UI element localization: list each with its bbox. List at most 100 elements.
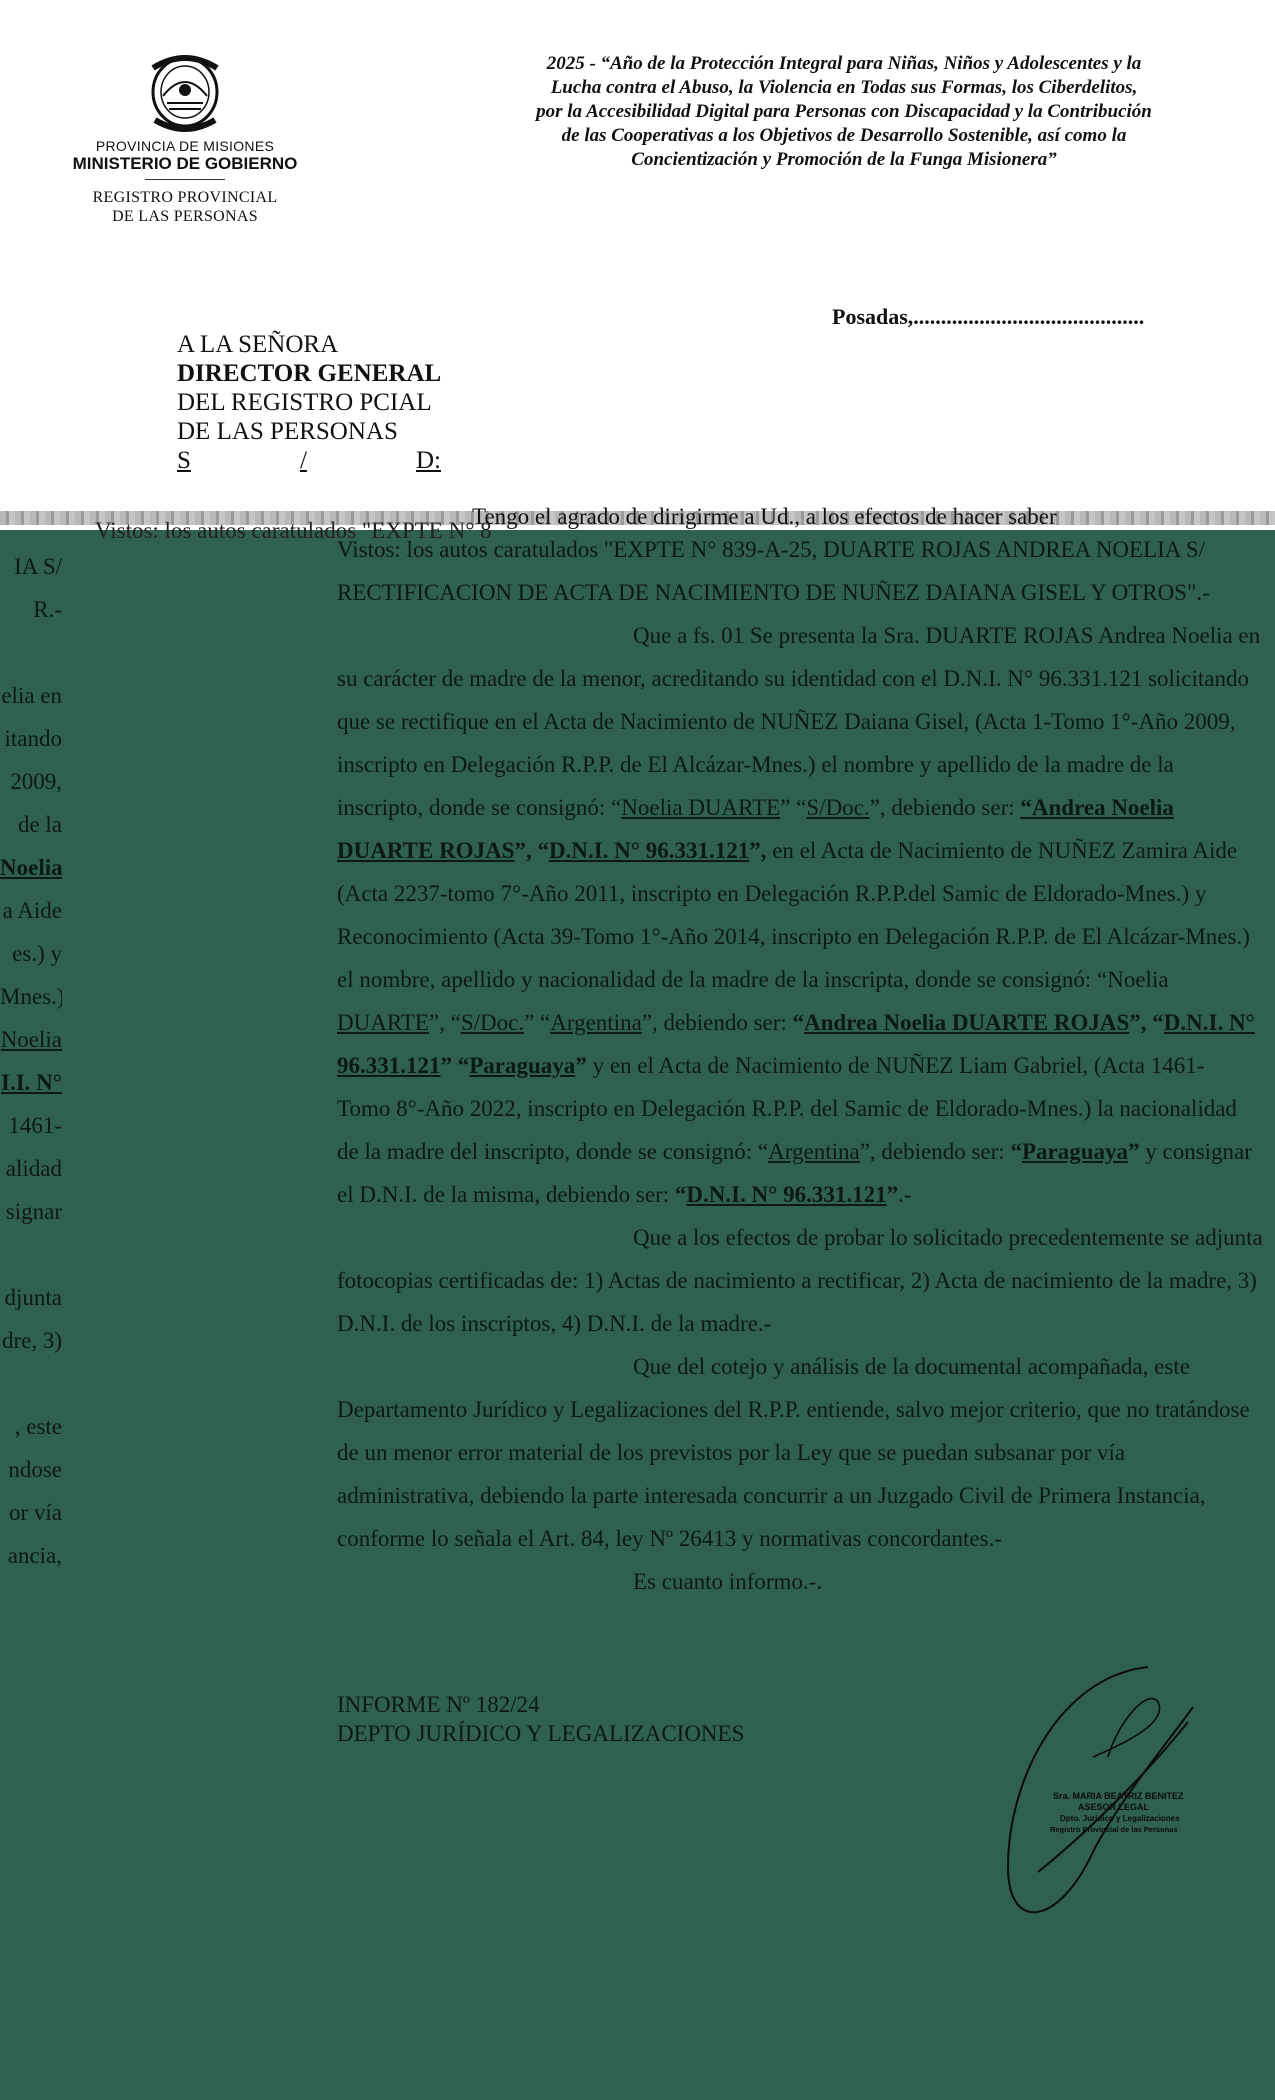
left-fragment: IA S/ xyxy=(14,554,62,579)
text-run: ”, “ xyxy=(428,1010,461,1035)
text-run: ”, debiendo ser: xyxy=(869,795,1021,820)
header-divider xyxy=(145,179,225,180)
motto-line: Concientización y Promoción de la Funga … xyxy=(631,149,1057,170)
stamp-line: ASESOR LEGAL xyxy=(1078,1802,1150,1812)
text-run: 96.331.121 xyxy=(337,1053,441,1078)
stamp-line: Dpto. Jurídico y Legalizaciones xyxy=(1060,1814,1180,1823)
text-run: ”, “ xyxy=(514,838,549,863)
body-line: de la madre del inscripto, donde se cons… xyxy=(337,1130,1275,1173)
left-fragment: 2009, xyxy=(10,769,62,794)
stamp-line: Sra. MARIA BEATRIZ BENITEZ xyxy=(1053,1791,1184,1801)
text-run: ” xyxy=(886,1182,899,1207)
left-fragment: 1461- xyxy=(8,1113,62,1138)
stamp-line: Registro Provincial de las Personas xyxy=(1050,1825,1178,1834)
report-footer: INFORME Nº 182/24 DEPTO JURÍDICO Y LEGAL… xyxy=(337,1690,744,1748)
left-fragment: or vía xyxy=(8,1500,62,1525)
left-fragment: Mnes.) xyxy=(0,984,62,1009)
text-run: ”, debiendo ser: xyxy=(859,1139,1011,1164)
ministry-name: MINISTERIO DE GOBIERNO xyxy=(72,154,298,173)
left-fragment: de la xyxy=(17,812,62,837)
text-run: y en el Acta de Nacimiento de NUÑEZ Liam… xyxy=(586,1053,1205,1078)
body-line: inscripto en Delegación R.P.P. de El Alc… xyxy=(337,752,1174,777)
text-run: Andrea Noelia DUARTE ROJAS xyxy=(804,1010,1130,1035)
text-run: ”, xyxy=(749,838,767,863)
body-line: el D.N.I. de la misma, debiendo ser: “D.… xyxy=(337,1173,1275,1216)
text-run: D.N.I. N° 96.331.121 xyxy=(686,1182,887,1207)
body-line: D.N.I. de los inscriptos, 4) D.N.I. de l… xyxy=(337,1311,772,1336)
body-line: DUARTE ROJAS”, “D.N.I. N° 96.331.121”, e… xyxy=(337,829,1275,872)
text-run: Paraguaya xyxy=(1021,1139,1128,1164)
left-fragment: es.) y xyxy=(12,941,62,966)
signature-stamp: Sra. MARIA BEATRIZ BENITEZ ASESOR LEGAL … xyxy=(1006,1666,1194,1914)
text-run: “ xyxy=(792,1010,805,1035)
motto-line: Lucha contra el Abuso, la Violencia en T… xyxy=(550,77,1138,98)
registry-name-line1: REGISTRO PROVINCIAL xyxy=(92,189,278,206)
left-fragment: elia en xyxy=(1,683,62,708)
addressee-sd: S / D: xyxy=(177,446,441,475)
text-run: ”, debiendo ser: xyxy=(641,1010,793,1035)
text-run: ” “ xyxy=(440,1053,470,1078)
body-line: conforme lo señala el Art. 84, ley Nº 26… xyxy=(337,1526,1003,1551)
text-run: Paraguaya xyxy=(469,1053,576,1078)
left-fragment xyxy=(0,1362,62,1405)
body-line: Que a fs. 01 Se presenta la Sra. DUARTE … xyxy=(633,623,1261,648)
left-fragment: itando xyxy=(4,726,63,751)
text-run: DUARTE ROJAS xyxy=(337,838,515,863)
left-fragment: , este xyxy=(14,1414,62,1439)
left-fragment: Noelia xyxy=(0,855,62,880)
text-run: D.N.I. N° xyxy=(1163,1010,1255,1035)
left-cropped-column: IA S/ R.- elia en itando 2009, de la Noe… xyxy=(0,545,62,1577)
text-run: en el Acta de Nacimiento de NUÑEZ Zamira… xyxy=(766,838,1238,863)
text-run: “ xyxy=(674,1182,687,1207)
addressee-title: DIRECTOR GENERAL xyxy=(177,360,442,387)
body-line: administrativa, debiendo la parte intere… xyxy=(337,1483,1206,1508)
text-run: de la madre del inscripto, donde se cons… xyxy=(337,1139,769,1164)
text-run: el D.N.I. de la misma, debiendo ser: xyxy=(337,1182,675,1207)
text-run: ”, “ xyxy=(1129,1010,1164,1035)
sd-d: D: xyxy=(415,447,441,474)
addressee-line: DE LAS PERSONAS xyxy=(177,418,398,445)
left-fragment: ndose xyxy=(8,1457,62,1482)
text-run: ” “ xyxy=(524,1010,551,1035)
text-run: ” “ xyxy=(780,795,807,820)
text-run: Argentina xyxy=(550,1010,642,1035)
text-run: y consignar xyxy=(1139,1139,1252,1164)
greeting-line: Tengo el agrado de dirigirme a Ud., a lo… xyxy=(472,504,1057,529)
addressee-block: A LA SEÑORA DIRECTOR GENERAL DEL REGISTR… xyxy=(177,330,441,475)
province-name: PROVINCIA DE MISIONES xyxy=(95,138,275,154)
left-fragment: signar xyxy=(5,1199,62,1224)
body-line: su carácter de madre de la menor, acredi… xyxy=(337,666,1250,691)
text-run: “Andrea Noelia xyxy=(1020,795,1174,820)
text-run: .- xyxy=(898,1182,912,1207)
body-line: RECTIFICACION DE ACTA DE NACIMIENTO DE N… xyxy=(337,580,1210,605)
left-fragment: I.I. N° xyxy=(1,1070,62,1095)
motto-line: por la Accesibilidad Digital para Person… xyxy=(536,101,1152,122)
body-line: inscripto, donde se consignó: “Noelia DU… xyxy=(337,786,1275,829)
body-line: de un menor error material de los previs… xyxy=(337,1440,1126,1465)
body-line: DUARTE”, “S/Doc.” “Argentina”, debiendo … xyxy=(337,1001,1275,1044)
provincial-seal-icon xyxy=(151,55,219,132)
left-fragment: Noelia xyxy=(0,1027,62,1052)
left-fragment xyxy=(0,1233,62,1276)
text-run: inscripto, donde se consignó: “ xyxy=(337,795,622,820)
left-fragment: a Aide xyxy=(2,898,62,923)
text-run: DUARTE xyxy=(337,1010,429,1035)
body-line: que se rectifique en el Acta de Nacimien… xyxy=(337,709,1236,734)
addressee-line: A LA SEÑORA xyxy=(177,331,339,358)
text-run: S/Doc. xyxy=(460,1010,525,1035)
left-fragment: ancia, xyxy=(7,1543,62,1568)
sd-s: S xyxy=(177,447,191,474)
body-line: Reconocimiento (Acta 39-Tomo 1°-Año 2014… xyxy=(337,924,1250,949)
ministry-logo-block: PROVINCIA DE MISIONES MINISTERIO DE GOBI… xyxy=(60,48,310,226)
left-fragment xyxy=(0,631,62,674)
body-line: Tomo 8°-Año 2022, inscripto en Delegació… xyxy=(337,1096,1237,1121)
body-line: Que a los efectos de probar lo solicitad… xyxy=(633,1225,1263,1250)
body-line: Que del cotejo y análisis de la document… xyxy=(633,1354,1190,1379)
text-run: “ xyxy=(1010,1139,1022,1164)
text-run: D.N.I. N° 96.331.121 xyxy=(548,838,750,863)
motto-line: 2025 - “Año de la Protección Integral pa… xyxy=(546,53,1142,74)
sd-slash: / xyxy=(299,447,307,474)
body-line: el nombre, apellido y nacionalidad de la… xyxy=(337,967,1169,992)
body-line: Departamento Jurídico y Legalizaciones d… xyxy=(337,1397,1250,1422)
text-run: ” xyxy=(575,1053,587,1078)
